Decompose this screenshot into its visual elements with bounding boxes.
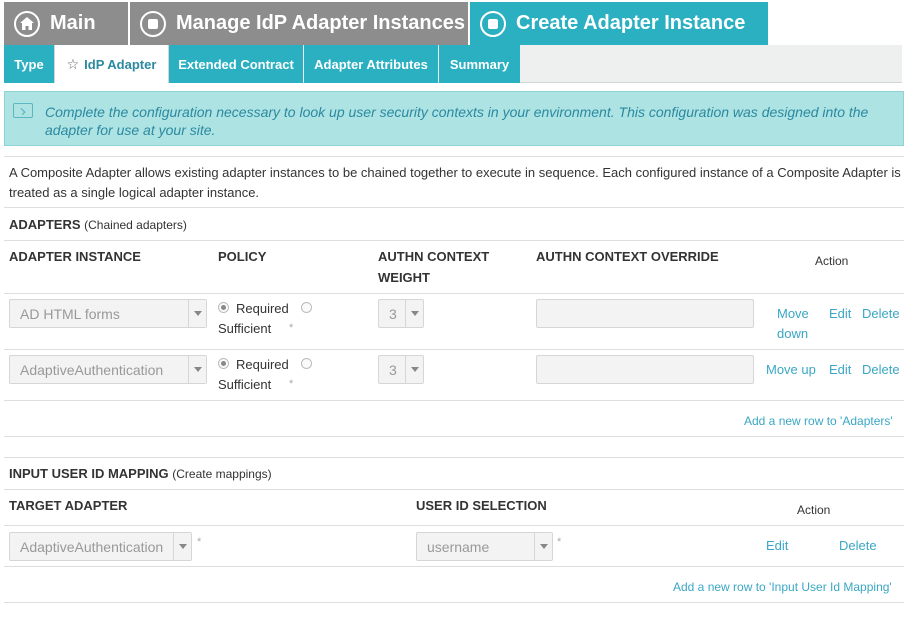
breadcrumb-manage-idp-adapter-instances[interactable]: Manage IdP Adapter Instances <box>130 2 468 45</box>
section-title: ADAPTERS <box>9 217 81 232</box>
divider <box>4 436 904 437</box>
section-subtitle: (Create mappings) <box>172 467 272 481</box>
policy-sufficient-label: Sufficient <box>218 321 272 336</box>
delete-link[interactable]: Delete <box>862 304 900 324</box>
column-header-adapter-instance: ADAPTER INSTANCE <box>9 249 141 264</box>
chevron-down-icon <box>173 533 191 560</box>
select-value: username <box>427 538 490 555</box>
home-icon <box>14 10 40 37</box>
breadcrumb-main[interactable]: Main <box>4 2 128 45</box>
breadcrumb-create-adapter-instance: Create Adapter Instance <box>470 2 768 45</box>
info-message-box: Complete the configuration necessary to … <box>4 91 904 146</box>
tab-extended-contract[interactable]: Extended Contract <box>169 45 303 83</box>
chevron-down-icon <box>188 356 206 383</box>
link-line: Move <box>777 306 809 321</box>
step-circle-icon <box>140 10 166 37</box>
chevron-down-icon <box>405 300 423 327</box>
section-title: INPUT USER ID MAPPING <box>9 466 169 481</box>
adapters-section-title: ADAPTERS (Chained adapters) <box>9 217 187 232</box>
policy-required-label: Required <box>236 357 289 372</box>
target-adapter-select[interactable]: AdaptiveAuthentication <box>9 532 192 561</box>
add-adapter-row-link[interactable]: Add a new row to 'Adapters' <box>744 411 893 431</box>
divider <box>4 293 904 294</box>
policy-sufficient-radio[interactable] <box>301 302 312 313</box>
authn-context-override-input[interactable] <box>536 355 754 384</box>
tab-label: IdP Adapter <box>84 56 157 72</box>
adapter-description: A Composite Adapter allows existing adap… <box>9 165 901 200</box>
select-value: AdaptiveAuthentication <box>20 361 164 378</box>
divider <box>4 349 904 350</box>
authn-weight-select[interactable]: 3 <box>378 355 424 384</box>
column-header-authn-context-weight: AUTHN CONTEXT WEIGHT <box>378 246 489 288</box>
breadcrumb-label: Manage IdP Adapter Instances <box>176 12 465 34</box>
info-panel-icon <box>13 103 33 118</box>
policy-required-label: Required <box>236 301 289 316</box>
policy-required-radio[interactable] <box>218 302 229 313</box>
user-id-selection-select[interactable]: username <box>416 532 553 561</box>
required-mark: * <box>197 536 202 548</box>
divider <box>4 457 904 458</box>
policy-sufficient-radio[interactable] <box>301 358 312 369</box>
move-up-link[interactable]: Move up <box>766 360 816 380</box>
tab-adapter-attributes[interactable]: Adapter Attributes <box>304 45 438 83</box>
column-header-user-id-selection: USER ID SELECTION <box>416 498 547 513</box>
header-line: AUTHN CONTEXT <box>378 249 490 264</box>
tab-label: Type <box>14 56 44 72</box>
divider <box>4 400 904 401</box>
mapping-section-title: INPUT USER ID MAPPING (Create mappings) <box>9 466 272 481</box>
tab-idp-adapter[interactable]: ☆ IdP Adapter <box>54 45 169 83</box>
chevron-down-icon <box>188 300 206 327</box>
breadcrumb: Main Manage IdP Adapter Instances Create… <box>4 2 768 45</box>
column-header-action: Action <box>815 254 849 268</box>
authn-weight-select[interactable]: 3 <box>378 299 424 328</box>
star-icon: ☆ <box>66 55 80 72</box>
policy-sufficient-label: Sufficient <box>218 377 272 392</box>
select-value: 3 <box>389 361 397 378</box>
policy-required-radio[interactable] <box>218 358 229 369</box>
delete-link[interactable]: Delete <box>839 536 877 556</box>
tab-label: Adapter Attributes <box>314 56 428 72</box>
edit-link[interactable]: Edit <box>829 304 851 324</box>
link-line: down <box>777 326 809 341</box>
header-line: WEIGHT <box>378 270 430 285</box>
divider <box>4 240 904 241</box>
divider <box>4 207 904 208</box>
select-value: AdaptiveAuthentication <box>20 538 164 555</box>
required-mark: * <box>289 378 294 390</box>
edit-link[interactable]: Edit <box>829 360 851 380</box>
breadcrumb-label: Create Adapter Instance <box>516 12 746 34</box>
divider <box>4 566 904 567</box>
divider <box>4 525 904 526</box>
adapter-instance-select[interactable]: AD HTML forms <box>9 299 207 328</box>
wizard-tabs: Type ☆ IdP Adapter Extended Contract Adap… <box>4 45 902 83</box>
select-value: 3 <box>389 305 397 322</box>
chevron-down-icon <box>405 356 423 383</box>
breadcrumb-label: Main <box>50 12 96 34</box>
tab-type[interactable]: Type <box>4 45 54 83</box>
adapter-instance-select[interactable]: AdaptiveAuthentication <box>9 355 207 384</box>
divider <box>4 602 904 603</box>
column-header-policy: POLICY <box>218 249 267 264</box>
column-header-action: Action <box>797 503 831 517</box>
tab-label: Extended Contract <box>178 56 294 72</box>
tab-summary[interactable]: Summary <box>439 45 520 83</box>
info-message: Complete the configuration necessary to … <box>45 104 869 138</box>
move-down-link[interactable]: Move down <box>777 304 809 344</box>
divider <box>4 489 904 490</box>
add-mapping-row-link[interactable]: Add a new row to 'Input User Id Mapping' <box>673 577 892 597</box>
required-mark: * <box>289 322 294 334</box>
edit-link[interactable]: Edit <box>766 536 788 556</box>
delete-link[interactable]: Delete <box>862 360 900 380</box>
chevron-down-icon <box>534 533 552 560</box>
divider <box>4 156 904 157</box>
column-header-target-adapter: TARGET ADAPTER <box>9 498 128 513</box>
tab-label: Summary <box>449 56 510 72</box>
step-circle-icon <box>480 10 506 37</box>
required-mark: * <box>557 536 562 548</box>
authn-context-override-input[interactable] <box>536 299 754 328</box>
select-value: AD HTML forms <box>20 305 120 322</box>
column-header-authn-context-override: AUTHN CONTEXT OVERRIDE <box>536 249 719 264</box>
section-subtitle: (Chained adapters) <box>84 218 187 232</box>
